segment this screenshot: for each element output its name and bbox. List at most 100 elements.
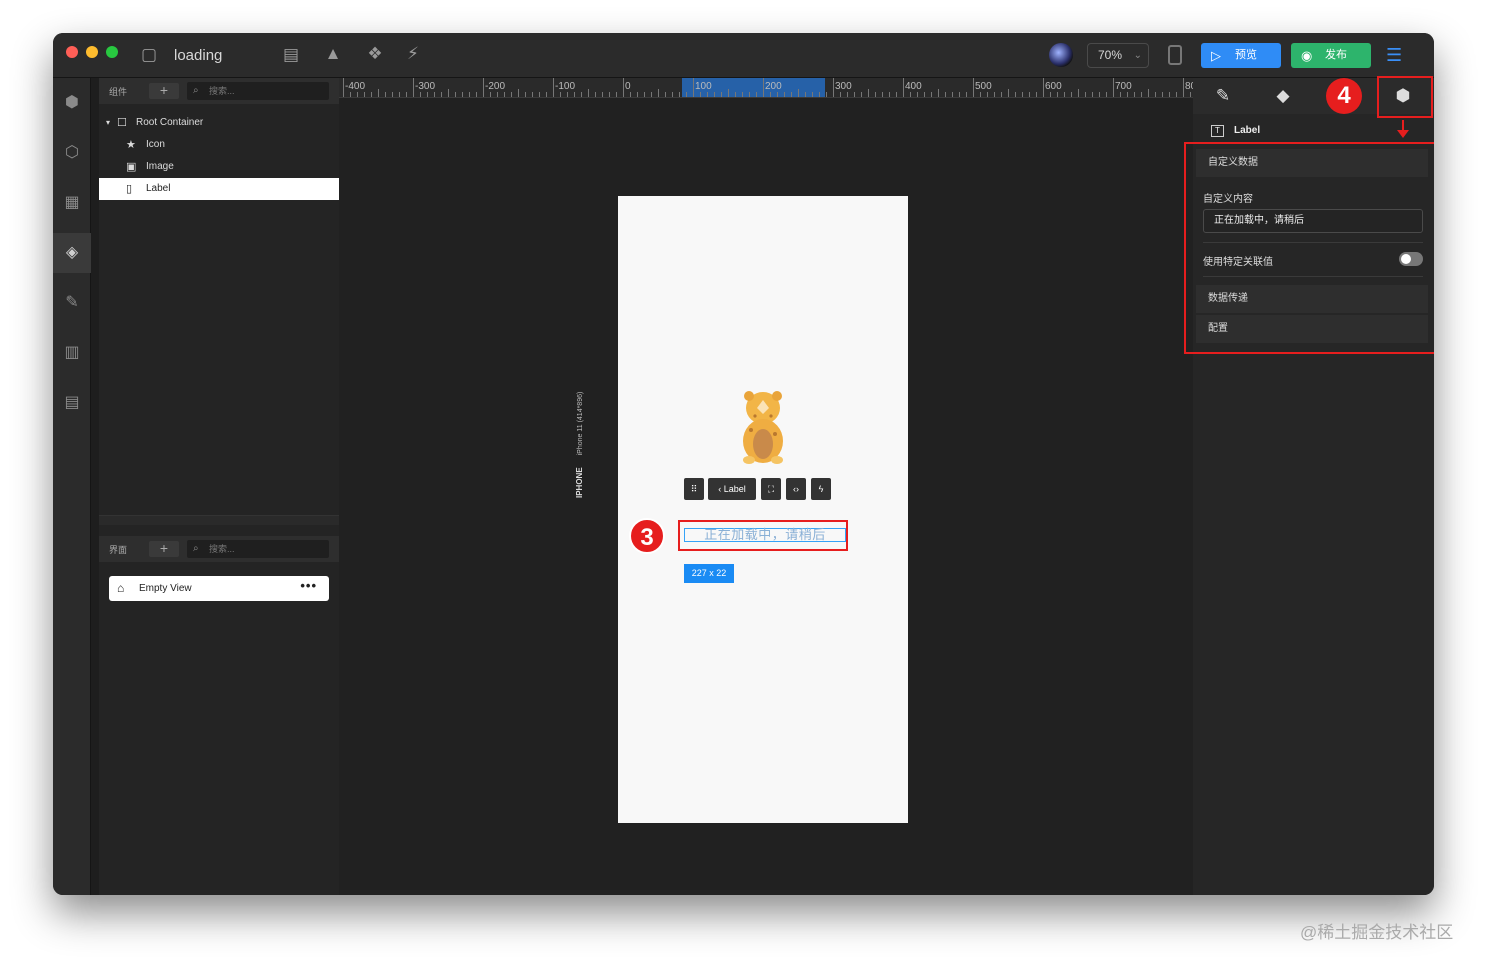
annotation-badge-4: 4: [1326, 78, 1362, 114]
zoom-window-button[interactable]: [106, 46, 118, 58]
blocks-icon[interactable]: ⬡: [53, 133, 91, 173]
expand-icon[interactable]: ⛶: [761, 478, 781, 500]
ruler-major-tick: [343, 78, 344, 97]
more-options-icon[interactable]: •••: [300, 573, 317, 598]
components-icon[interactable]: ❖: [364, 44, 386, 64]
drag-handle-icon[interactable]: ⠿: [684, 478, 704, 500]
watermark: @稀土掘金技术社区: [1300, 923, 1454, 942]
tree-item-label: Label: [146, 183, 171, 194]
custom-content-input[interactable]: 正在加载中，请稍后: [1203, 209, 1423, 233]
ruler-major-tick: [973, 78, 974, 97]
minimize-window-button[interactable]: [86, 46, 98, 58]
ruler-minor-tick: [651, 92, 652, 97]
panel-splitter[interactable]: [99, 515, 339, 525]
ruler-label: 600: [1045, 81, 1062, 92]
user-avatar[interactable]: [1049, 43, 1073, 67]
ruler-minor-tick: [420, 92, 421, 97]
square-outline-icon: ☐: [117, 117, 127, 129]
preview-button[interactable]: ▷ 预览: [1201, 43, 1281, 68]
template-icon[interactable]: ▥: [53, 333, 91, 373]
ruler-minor-tick: [917, 92, 918, 97]
ruler-minor-tick: [819, 92, 820, 97]
cube-icon[interactable]: ⬢: [53, 83, 91, 123]
shapes-icon[interactable]: ▲: [322, 44, 344, 64]
use-binding-toggle[interactable]: [1399, 252, 1423, 266]
device-spec: iPhone 11 (414*896): [577, 391, 584, 456]
ruler-minor-tick: [910, 92, 911, 97]
parent-select-button[interactable]: ‹ Label: [708, 478, 756, 500]
ruler-minor-tick: [847, 92, 848, 97]
ruler-minor-tick: [994, 92, 995, 97]
components-search-input[interactable]: ⌕ 搜索...: [187, 82, 329, 100]
ruler-major-tick: [483, 78, 484, 97]
lightning-icon[interactable]: ⚡: [402, 44, 424, 64]
interaction-diamond-icon[interactable]: ◆: [1263, 78, 1303, 114]
components-search-placeholder: 搜索...: [209, 86, 235, 96]
list-icon[interactable]: ▤: [53, 383, 91, 423]
ruler-minor-tick: [1050, 92, 1051, 97]
ruler-major-tick: [903, 78, 904, 97]
ruler-minor-tick: [462, 92, 463, 97]
phone-artboard[interactable]: [618, 196, 908, 823]
device-label: IPHONE iPhone 11 (414*896): [575, 378, 589, 498]
zoom-select[interactable]: 70% ⌄: [1087, 43, 1149, 68]
style-brush-icon[interactable]: ✎: [1203, 78, 1243, 114]
ruler-minor-tick: [532, 92, 533, 97]
view-item-empty-view[interactable]: ⌂ Empty View •••: [109, 576, 329, 601]
ruler-minor-tick: [728, 89, 729, 97]
tree-item-icon[interactable]: ★ Icon: [99, 134, 339, 156]
ruler-minor-tick: [882, 92, 883, 97]
zoom-value: 70%: [1098, 48, 1123, 62]
ruler-minor-tick: [756, 92, 757, 97]
ruler-minor-tick: [812, 92, 813, 97]
ruler-minor-tick: [987, 92, 988, 97]
ruler-label: 0: [625, 81, 631, 92]
publish-button[interactable]: ◉ 发布: [1291, 43, 1371, 68]
caret-down-icon[interactable]: ▾: [106, 112, 110, 134]
tree-item-image[interactable]: ▣ Image: [99, 156, 339, 178]
tree-item-root-container[interactable]: ▾ ☐ Root Container: [99, 112, 339, 134]
layers-icon[interactable]: ◈: [53, 233, 91, 273]
ruler-minor-tick: [574, 92, 575, 97]
layout-icon[interactable]: ▦: [53, 183, 91, 223]
ruler-minor-tick: [784, 92, 785, 97]
tree-item-label: Root Container: [136, 117, 204, 128]
add-view-button[interactable]: +: [149, 541, 179, 557]
action-lightning-icon[interactable]: ϟ: [811, 478, 831, 500]
home-icon: ⌂: [117, 581, 125, 595]
document-icon[interactable]: ▤: [280, 45, 302, 65]
code-icon[interactable]: ‹›: [786, 478, 806, 500]
ruler-minor-tick: [1015, 92, 1016, 97]
ruler-minor-tick: [938, 89, 939, 97]
design-canvas[interactable]: -400 -300 -200 -100 0 100 200 300 400 500 600 700 80…: [339, 78, 1193, 895]
ruler-major-tick: [1043, 78, 1044, 97]
sidebar-toggle-icon[interactable]: ▢: [138, 45, 160, 65]
preview-label: 预览: [1235, 49, 1257, 61]
add-component-button[interactable]: +: [149, 83, 179, 99]
ruler-minor-tick: [959, 92, 960, 97]
section-custom-data[interactable]: 自定义数据: [1196, 149, 1428, 177]
annotation-arrow-head: [1397, 130, 1409, 138]
ruler-minor-tick: [350, 92, 351, 97]
tree-item-label-selected[interactable]: ▯ Label: [99, 178, 339, 200]
section-config[interactable]: 配置: [1196, 315, 1428, 343]
ruler-minor-tick: [777, 92, 778, 97]
ruler-minor-tick: [805, 92, 806, 97]
ruler-major-tick: [1113, 78, 1114, 97]
titlebar: ▢ loading ▤ ▲ ❖ ⚡ 70% ⌄ ▷ 预览 ◉ 发布 ☰: [53, 33, 1434, 78]
ruler-label: 100: [695, 81, 712, 92]
ruler-minor-tick: [637, 92, 638, 97]
pin-icon[interactable]: ✎: [53, 283, 91, 323]
device-phone-icon[interactable]: [1168, 45, 1182, 65]
ruler-minor-tick: [980, 92, 981, 97]
ruler-minor-tick: [931, 92, 932, 97]
cheetah-image[interactable]: [737, 386, 789, 466]
ruler-minor-tick: [455, 92, 456, 97]
sliders-icon[interactable]: ☰: [1386, 45, 1402, 66]
inspector-panel: ✎ ◆ 4 ⬢ T Label 自定义数据 自定义内容 正在加载中，请稍后 使用特…: [1184, 76, 1434, 895]
close-window-button[interactable]: [66, 46, 78, 58]
views-search-input[interactable]: ⌕ 搜索...: [187, 540, 329, 558]
ruler-minor-tick: [434, 92, 435, 97]
section-data-transfer[interactable]: 数据传递: [1196, 285, 1428, 313]
element-type-label: Label: [723, 484, 746, 494]
